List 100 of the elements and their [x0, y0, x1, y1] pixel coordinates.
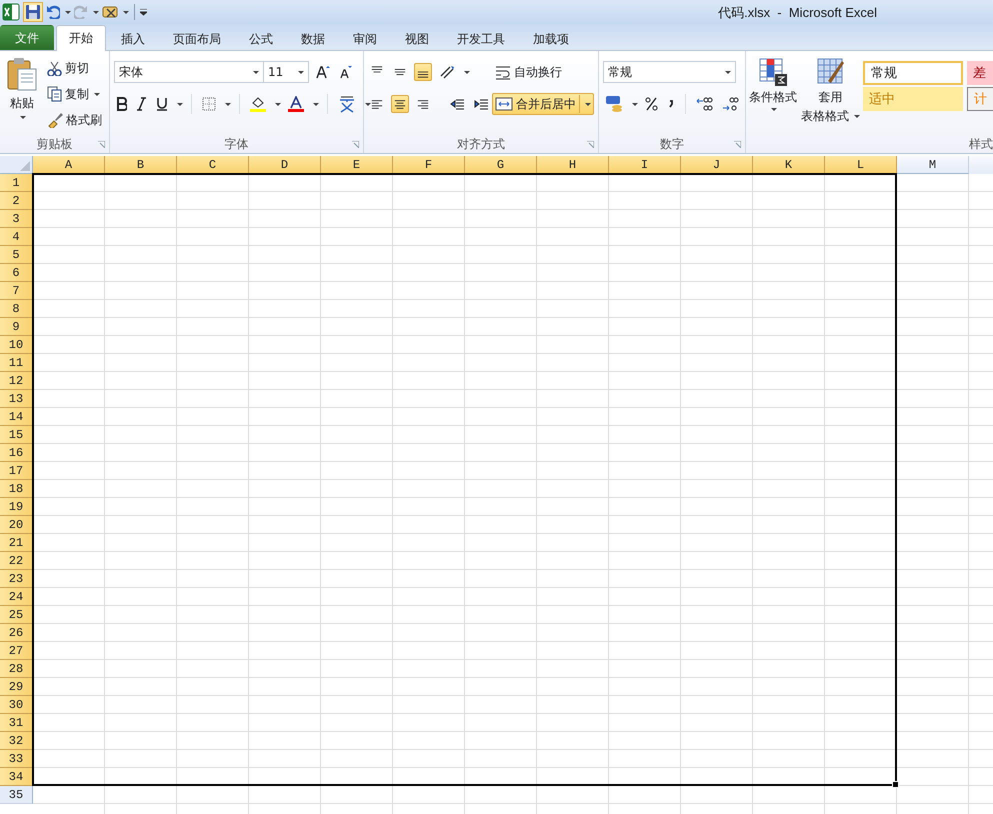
row-header[interactable]: 12 [0, 372, 33, 390]
row-header[interactable]: 18 [0, 480, 33, 498]
paintbrush-icon[interactable] [47, 112, 63, 128]
caret-icon[interactable] [65, 10, 71, 14]
row-header[interactable]: 3 [0, 210, 33, 228]
paste-button[interactable]: 粘贴 [4, 55, 40, 136]
percent-icon[interactable] [643, 95, 660, 113]
ribbon-tab[interactable]: 数据 [288, 27, 338, 50]
borders-icon[interactable] [200, 95, 218, 113]
column-header[interactable]: D [249, 156, 321, 174]
column-header[interactable]: M [897, 156, 969, 174]
file-tab[interactable]: 文件 [0, 25, 54, 50]
grow-font-icon[interactable] [314, 63, 332, 81]
caret-icon[interactable] [585, 102, 591, 106]
row-header[interactable]: 15 [0, 426, 33, 444]
format-as-table-button[interactable]: 套用 表格格式 [800, 55, 861, 136]
caret-icon[interactable] [313, 102, 319, 106]
spreadsheet-app-icon[interactable] [2, 3, 20, 21]
wrap-text-button[interactable]: 自动换行 [492, 61, 594, 83]
row-header[interactable]: 4 [0, 228, 33, 246]
caret-icon[interactable] [365, 102, 371, 106]
row-header[interactable]: 6 [0, 264, 33, 282]
font-name-field[interactable]: 宋体 [114, 61, 264, 83]
column-header[interactable]: G [465, 156, 537, 174]
caret-icon[interactable] [771, 108, 777, 111]
font-color-icon[interactable] [286, 94, 306, 114]
column-header[interactable]: J [681, 156, 753, 174]
row-header[interactable]: 34 [0, 768, 33, 786]
column-header[interactable]: F [393, 156, 465, 174]
row-header[interactable]: 2 [0, 192, 33, 210]
row-header[interactable]: 7 [0, 282, 33, 300]
ribbon-tab[interactable]: 插入 [108, 27, 158, 50]
row-header[interactable]: 30 [0, 696, 33, 714]
row-header[interactable]: 32 [0, 732, 33, 750]
save-icon[interactable] [23, 2, 43, 22]
row-header[interactable]: 10 [0, 336, 33, 354]
merge-cells-icon[interactable] [495, 96, 513, 112]
row-header[interactable]: 5 [0, 246, 33, 264]
column-header[interactable]: K [753, 156, 825, 174]
dialog-launcher-icon[interactable] [587, 141, 594, 148]
undo-icon[interactable] [46, 5, 60, 19]
merge-center-button[interactable]: 合并后居中 [492, 93, 594, 115]
caret-icon[interactable] [854, 115, 860, 118]
copy-button[interactable]: 复制 [44, 83, 105, 105]
caret-icon[interactable] [464, 70, 470, 74]
row-header[interactable]: 14 [0, 408, 33, 426]
column-header[interactable]: C [177, 156, 249, 174]
row-header[interactable]: 13 [0, 390, 33, 408]
row-header[interactable]: 31 [0, 714, 33, 732]
row-header[interactable]: 33 [0, 750, 33, 768]
dialog-launcher-icon[interactable] [734, 141, 741, 148]
column-header[interactable]: A [33, 156, 105, 174]
ribbon-tab[interactable]: 公式 [236, 27, 286, 50]
ribbon-tab[interactable]: 视图 [392, 27, 442, 50]
ribbon-tab[interactable]: 加载项 [520, 27, 582, 50]
caret-icon[interactable] [275, 102, 281, 106]
column-header[interactable]: I [609, 156, 681, 174]
caret-icon[interactable] [177, 102, 183, 106]
caret-icon[interactable] [94, 92, 100, 96]
caret-icon[interactable] [632, 102, 638, 106]
underline-icon[interactable] [154, 95, 170, 113]
caret-icon[interactable] [20, 116, 26, 119]
caret-icon[interactable] [93, 10, 99, 14]
caret-icon[interactable] [298, 70, 304, 74]
ribbon-tab[interactable]: 开发工具 [444, 27, 518, 50]
ribbon-tab[interactable]: 开始 [56, 25, 106, 51]
bold-icon[interactable] [114, 95, 129, 113]
column-header[interactable]: H [537, 156, 609, 174]
row-header[interactable]: 27 [0, 642, 33, 660]
row-header[interactable]: 21 [0, 534, 33, 552]
increase-decimal-icon[interactable] [694, 95, 715, 113]
italic-icon[interactable] [134, 95, 149, 113]
row-header[interactable]: 19 [0, 498, 33, 516]
column-header[interactable]: L [825, 156, 897, 174]
ribbon-tab[interactable]: 页面布局 [160, 27, 234, 50]
row-header[interactable]: 35 [0, 786, 33, 804]
dialog-launcher-icon[interactable] [98, 141, 105, 148]
row-header[interactable]: 1 [0, 174, 33, 192]
cell-style-normal[interactable]: 常规 [863, 61, 963, 85]
font-size-field[interactable]: 11 [263, 61, 309, 83]
scissors-icon[interactable] [47, 60, 62, 76]
row-header[interactable]: 8 [0, 300, 33, 318]
row-header[interactable]: 25 [0, 606, 33, 624]
bottom-align-icon[interactable] [414, 63, 432, 81]
format-painter-button[interactable]: 格式刷 [44, 109, 105, 131]
cell-style-bad[interactable]: 差 [967, 61, 993, 85]
ribbon-tab[interactable]: 审阅 [340, 27, 390, 50]
customize-toolbar-icon[interactable] [140, 8, 147, 16]
dialog-launcher-icon[interactable] [352, 141, 359, 148]
number-format-field[interactable]: 常规 [603, 61, 736, 83]
column-header[interactable]: B [105, 156, 177, 174]
row-header[interactable]: 22 [0, 552, 33, 570]
column-header[interactable]: E [321, 156, 393, 174]
caret-icon[interactable] [123, 10, 129, 14]
row-header[interactable]: 29 [0, 678, 33, 696]
row-header[interactable]: 9 [0, 318, 33, 336]
row-header[interactable]: 24 [0, 588, 33, 606]
currency-icon[interactable] [603, 93, 625, 115]
wrap-text-icon[interactable] [495, 64, 511, 80]
align-center-icon[interactable] [391, 95, 409, 113]
